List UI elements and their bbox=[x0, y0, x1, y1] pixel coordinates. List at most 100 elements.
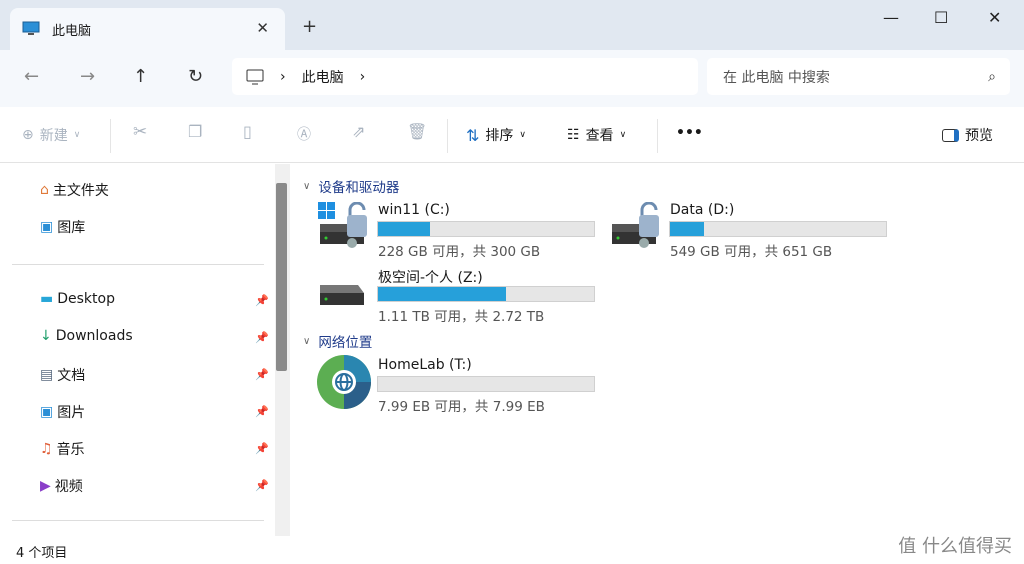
cut-icon[interactable]: ✂ bbox=[133, 122, 147, 142]
windows-drive-locked-icon bbox=[318, 202, 367, 248]
usage-bar bbox=[377, 221, 595, 237]
sidebar-label: Downloads bbox=[55, 328, 133, 344]
drive-size: 1.11 TB 可用，共 2.72 TB bbox=[378, 309, 545, 325]
preview-button[interactable]: 预览 bbox=[942, 125, 993, 145]
drive-name: win11 (C:) bbox=[378, 202, 450, 218]
drive-locked-icon bbox=[612, 202, 659, 248]
refresh-button[interactable]: ↻ bbox=[188, 66, 203, 87]
chevron-down-icon: ∨ bbox=[619, 130, 627, 140]
pin-icon[interactable]: 📌 bbox=[255, 442, 269, 455]
monitor-icon bbox=[246, 69, 264, 84]
drive-z[interactable]: 极空间-个人 (Z:) 1.11 TB 可用，共 2.72 TB bbox=[318, 267, 598, 327]
pin-icon[interactable]: 📌 bbox=[255, 368, 269, 381]
delete-icon[interactable]: 🗑 bbox=[407, 122, 427, 141]
divider bbox=[12, 520, 264, 521]
divider bbox=[110, 119, 111, 153]
sidebar-item-videos[interactable]: ▶ 视频 bbox=[40, 476, 83, 496]
back-button[interactable]: ← bbox=[24, 66, 39, 87]
pin-icon[interactable]: 📌 bbox=[255, 479, 269, 492]
new-button[interactable]: ⊕ 新建 ∨ bbox=[22, 125, 80, 145]
divider bbox=[447, 119, 448, 153]
drive-icon bbox=[320, 285, 364, 305]
rename-icon[interactable]: Ⓐ bbox=[297, 124, 311, 144]
group-title: 网络位置 bbox=[318, 335, 373, 351]
sidebar-item-documents[interactable]: ▤ 文档 bbox=[40, 365, 85, 385]
drive-name: 极空间-个人 (Z:) bbox=[378, 270, 483, 286]
search-placeholder: 在 此电脑 中搜索 bbox=[723, 69, 830, 86]
download-icon: ↓ bbox=[40, 328, 52, 344]
plus-circle-icon: ⊕ bbox=[22, 127, 34, 143]
sidebar-label: 视频 bbox=[54, 479, 83, 495]
usage-fill bbox=[378, 287, 506, 301]
view-button[interactable]: ☷ 查看 ∨ bbox=[567, 125, 626, 145]
tab-title: 此电脑 bbox=[52, 23, 92, 39]
sidebar-item-desktop[interactable]: ▬ Desktop bbox=[40, 291, 115, 307]
drive-size: 228 GB 可用，共 300 GB bbox=[378, 244, 541, 260]
music-icon: ♫ bbox=[40, 441, 53, 457]
tab-this-pc[interactable]: 此电脑 ✕ bbox=[10, 8, 285, 50]
close-window-button[interactable]: ✕ bbox=[988, 8, 1001, 27]
sidebar-item-home[interactable]: ⌂ 主文件夹 bbox=[40, 180, 109, 200]
title-bar: 此电脑 ✕ + — ☐ ✕ bbox=[0, 0, 1024, 50]
drive-size: 7.99 EB 可用，共 7.99 EB bbox=[378, 399, 545, 415]
drive-name: HomeLab (T:) bbox=[378, 357, 472, 373]
group-header-devices[interactable]: ∨ 设备和驱动器 bbox=[303, 176, 399, 196]
chevron-down-icon: ∨ bbox=[303, 335, 311, 347]
minimize-button[interactable]: — bbox=[883, 8, 899, 27]
share-icon[interactable]: ⇗ bbox=[352, 122, 365, 141]
usage-bar bbox=[377, 376, 595, 392]
drive-d[interactable]: Data (D:) 549 GB 可用，共 651 GB bbox=[610, 202, 890, 262]
chevron-down-icon: ∨ bbox=[73, 130, 81, 140]
sidebar-label: 主文件夹 bbox=[52, 183, 109, 199]
maximize-button[interactable]: ☐ bbox=[934, 8, 948, 27]
sidebar-scrollbar-thumb[interactable] bbox=[276, 183, 287, 371]
pin-icon[interactable]: 📌 bbox=[255, 331, 269, 344]
pin-icon[interactable]: 📌 bbox=[255, 294, 269, 307]
sidebar-label: 音乐 bbox=[56, 442, 85, 458]
sort-button[interactable]: ⇅ 排序 ∨ bbox=[466, 125, 526, 145]
monitor-icon bbox=[22, 21, 40, 35]
chevron-down-icon: ∨ bbox=[519, 130, 526, 140]
group-header-network[interactable]: ∨ 网络位置 bbox=[303, 331, 372, 351]
sidebar-item-music[interactable]: ♫ 音乐 bbox=[40, 439, 85, 459]
paste-icon[interactable]: ▯ bbox=[243, 122, 252, 141]
video-icon: ▶ bbox=[40, 478, 51, 494]
pin-icon[interactable]: 📌 bbox=[255, 405, 269, 418]
breadcrumb-this-pc[interactable]: 此电脑 bbox=[302, 67, 344, 87]
sidebar-label: 图库 bbox=[57, 220, 86, 236]
drive-c[interactable]: win11 (C:) 228 GB 可用，共 300 GB bbox=[318, 202, 598, 262]
group-title: 设备和驱动器 bbox=[318, 180, 400, 196]
sort-icon: ⇅ bbox=[466, 125, 480, 145]
home-icon: ⌂ bbox=[40, 182, 49, 198]
drive-name: Data (D:) bbox=[670, 202, 735, 218]
status-bar: 4 个项目 值 什么值得买 bbox=[0, 536, 1024, 564]
item-count: 4 个项目 bbox=[16, 546, 68, 561]
usage-bar bbox=[669, 221, 887, 237]
drive-t[interactable]: HomeLab (T:) 7.99 EB 可用，共 7.99 EB bbox=[317, 355, 598, 417]
forward-button[interactable]: → bbox=[80, 66, 95, 87]
address-bar[interactable]: › 此电脑 › bbox=[232, 58, 698, 95]
new-label: 新建 bbox=[39, 128, 68, 144]
search-input[interactable]: 在 此电脑 中搜索 ⌕ bbox=[707, 58, 1010, 95]
network-drive-icon bbox=[317, 355, 371, 409]
pictures-icon: ▣ bbox=[40, 404, 54, 420]
usage-fill bbox=[378, 222, 430, 236]
divider bbox=[657, 119, 658, 153]
sidebar-label: Desktop bbox=[57, 291, 115, 307]
sidebar-item-downloads[interactable]: ↓ Downloads bbox=[40, 328, 133, 344]
gallery-icon: ▣ bbox=[40, 219, 54, 235]
up-button[interactable]: ↑ bbox=[133, 66, 148, 87]
close-tab-button[interactable]: ✕ bbox=[256, 19, 269, 37]
usage-fill bbox=[670, 222, 704, 236]
sidebar-item-pictures[interactable]: ▣ 图片 bbox=[40, 402, 85, 422]
sidebar-item-gallery[interactable]: ▣ 图库 bbox=[40, 217, 85, 237]
chevron-right-icon[interactable]: › bbox=[360, 69, 366, 85]
usage-bar bbox=[377, 286, 595, 302]
sidebar-label: 图片 bbox=[57, 405, 86, 421]
document-icon: ▤ bbox=[40, 367, 54, 383]
address-row: ← → ↑ ↻ › 此电脑 › 在 此电脑 中搜索 ⌕ bbox=[0, 50, 1024, 107]
new-tab-button[interactable]: + bbox=[302, 16, 317, 37]
more-options-button[interactable]: ••• bbox=[676, 125, 703, 141]
copy-icon[interactable]: ❐ bbox=[188, 122, 202, 141]
desktop-icon: ▬ bbox=[40, 291, 54, 307]
